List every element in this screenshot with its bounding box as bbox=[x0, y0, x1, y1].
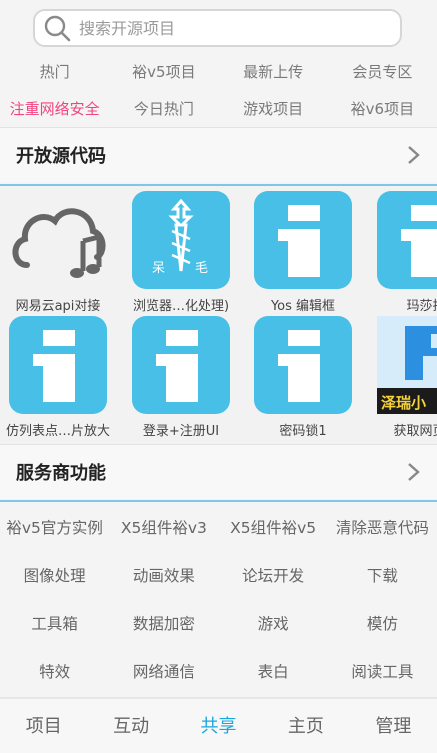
tab-projects[interactable]: 项目 bbox=[0, 699, 87, 753]
thumbnail-image-icon: 泽瑞小 bbox=[377, 316, 437, 414]
app-item[interactable]: 登录+注册UI bbox=[126, 316, 236, 439]
category-item[interactable]: 网络通信 bbox=[109, 648, 218, 696]
category-item[interactable]: 特效 bbox=[0, 648, 109, 696]
category-item[interactable]: 图像处理 bbox=[0, 552, 109, 600]
category-item[interactable]: 工具箱 bbox=[0, 600, 109, 648]
category-item[interactable]: 游戏 bbox=[219, 600, 328, 648]
tag-row-1: 热门 裕v5项目 最新上传 会员专区 bbox=[0, 57, 437, 87]
category-item[interactable]: 数据加密 bbox=[109, 600, 218, 648]
category-item[interactable]: 模仿 bbox=[328, 600, 437, 648]
browser-logo-icon: 呆 毛 bbox=[132, 191, 230, 289]
tab-home[interactable]: 主页 bbox=[262, 699, 349, 753]
tile-char-left: 呆 bbox=[152, 261, 166, 276]
category-item[interactable]: X5组件裕v5 bbox=[219, 504, 328, 552]
info-i-icon bbox=[254, 316, 352, 414]
category-row: 图像处理 动画效果 论坛开发 下载 bbox=[0, 552, 437, 600]
app-label: 获取网页… bbox=[393, 424, 437, 439]
category-row: 特效 网络通信 表白 阅读工具 bbox=[0, 648, 437, 696]
tag-yu-v5[interactable]: 裕v5项目 bbox=[109, 57, 218, 87]
search-icon bbox=[43, 14, 71, 42]
tag-today-hot[interactable]: 今日热门 bbox=[109, 94, 218, 124]
app-item[interactable]: 密码锁1 bbox=[248, 316, 358, 439]
app-item[interactable]: 网易云api对接 bbox=[3, 191, 113, 314]
info-i-icon bbox=[132, 316, 230, 414]
app-label: 网易云api对接 bbox=[15, 299, 101, 314]
app-label: 密码锁1 bbox=[279, 424, 327, 439]
tag-row-2: 注重网络安全 今日热门 游戏项目 裕v6项目 bbox=[0, 94, 437, 124]
category-row: 裕v5官方实例 X5组件裕v3 X5组件裕v5 清除恶意代码 bbox=[0, 504, 437, 552]
info-i-icon bbox=[254, 191, 352, 289]
app-label: 仿列表点…片放大 bbox=[5, 424, 110, 439]
search-bar[interactable] bbox=[33, 9, 402, 47]
divider bbox=[0, 500, 437, 502]
tile-char-right: 毛 bbox=[195, 261, 209, 276]
category-grid: 裕v5官方实例 X5组件裕v3 X5组件裕v5 清除恶意代码 图像处理 动画效果… bbox=[0, 504, 437, 696]
bottom-tab-bar: 项目 互动 共享 主页 管理 bbox=[0, 697, 437, 753]
app-item[interactable]: 泽瑞小 获取网页… bbox=[371, 316, 437, 439]
thumbnail-caption: 泽瑞小 bbox=[381, 394, 427, 412]
section-services[interactable]: 服务商功能 bbox=[0, 444, 437, 499]
tab-interaction[interactable]: 互动 bbox=[87, 699, 174, 753]
app-grid: 网易云api对接 呆 毛 浏览器…化处理) Yos 编辑框 玛莎拉 仿列表点…片… bbox=[0, 186, 437, 444]
app-label: 浏览器…化处理) bbox=[132, 299, 230, 314]
app-label: Yos 编辑框 bbox=[270, 299, 336, 314]
app-label: 玛莎拉 bbox=[406, 299, 437, 314]
category-item[interactable]: 动画效果 bbox=[109, 552, 218, 600]
cloud-music-icon bbox=[9, 191, 107, 289]
tag-network-security[interactable]: 注重网络安全 bbox=[0, 94, 109, 124]
app-item[interactable]: 玛莎拉 bbox=[371, 191, 437, 314]
info-i-icon bbox=[9, 316, 107, 414]
category-item[interactable]: 论坛开发 bbox=[219, 552, 328, 600]
search-input[interactable] bbox=[79, 18, 379, 38]
app-label: 登录+注册UI bbox=[142, 424, 220, 439]
category-row: 工具箱 数据加密 游戏 模仿 bbox=[0, 600, 437, 648]
tab-share[interactable]: 共享 bbox=[175, 699, 262, 753]
section-title: 服务商功能 bbox=[16, 463, 106, 484]
tag-member-zone[interactable]: 会员专区 bbox=[328, 57, 437, 87]
tag-hot[interactable]: 热门 bbox=[0, 57, 109, 87]
chevron-right-icon bbox=[403, 145, 423, 165]
tab-manage[interactable]: 管理 bbox=[350, 699, 437, 753]
info-i-icon bbox=[377, 191, 437, 289]
app-item[interactable]: Yos 编辑框 bbox=[248, 191, 358, 314]
category-item[interactable]: 清除恶意代码 bbox=[328, 504, 437, 552]
category-item[interactable]: 下载 bbox=[328, 552, 437, 600]
app-item[interactable]: 呆 毛 浏览器…化处理) bbox=[126, 191, 236, 314]
chevron-right-icon bbox=[403, 462, 423, 482]
category-item[interactable]: 裕v5官方实例 bbox=[0, 504, 109, 552]
section-open-source[interactable]: 开放源代码 bbox=[0, 127, 437, 182]
category-item[interactable]: 阅读工具 bbox=[328, 648, 437, 696]
section-title: 开放源代码 bbox=[16, 146, 106, 167]
tag-game-projects[interactable]: 游戏项目 bbox=[219, 94, 328, 124]
category-item[interactable]: X5组件裕v3 bbox=[109, 504, 218, 552]
tag-latest-upload[interactable]: 最新上传 bbox=[219, 57, 328, 87]
tag-yu-v6[interactable]: 裕v6项目 bbox=[328, 94, 437, 124]
app-item[interactable]: 仿列表点…片放大 bbox=[3, 316, 113, 439]
category-item[interactable]: 表白 bbox=[219, 648, 328, 696]
